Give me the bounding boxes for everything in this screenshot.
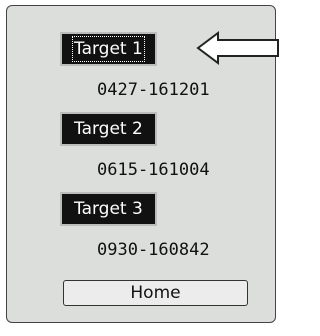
left-arrow-icon (196, 31, 279, 65)
target-2-label: Target 2 (74, 119, 143, 139)
home-button[interactable]: Home (63, 280, 248, 306)
target-3-code: 0930-160842 (97, 240, 210, 260)
target-2-button[interactable]: Target 2 (60, 112, 157, 146)
target-1-label: Target 1 (72, 36, 145, 62)
target-3-button[interactable]: Target 3 (60, 192, 157, 226)
target-2-code: 0615-161004 (97, 160, 210, 180)
target-1-button[interactable]: Target 1 (60, 32, 157, 66)
target-1-code: 0427-161201 (97, 80, 210, 100)
target-3-label: Target 3 (74, 199, 143, 219)
